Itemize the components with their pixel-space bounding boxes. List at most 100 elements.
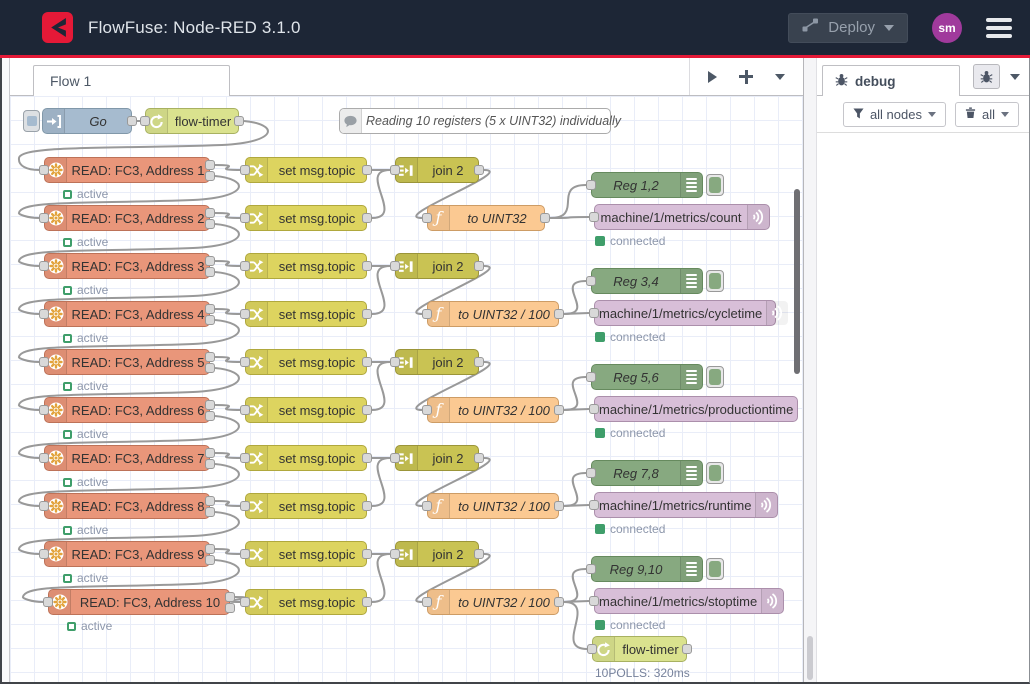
port-out[interactable]: [225, 592, 235, 602]
debug-toggle-button[interactable]: [706, 174, 724, 196]
port-in[interactable]: [422, 405, 432, 415]
port-out[interactable]: [205, 219, 215, 229]
node-fn3[interactable]: ƒto UINT32 / 100: [427, 493, 559, 519]
port-out[interactable]: [362, 405, 372, 415]
node-read4[interactable]: READ: FC3, Address 5active: [44, 349, 210, 375]
node-mqtt2[interactable]: machine/1/metrics/productiontimeconnecte…: [594, 396, 798, 422]
port-out[interactable]: [362, 213, 372, 223]
port-out[interactable]: [362, 453, 372, 463]
port-in[interactable]: [587, 644, 597, 654]
port-out[interactable]: [474, 453, 484, 463]
node-read2[interactable]: READ: FC3, Address 3active: [44, 253, 210, 279]
run-play-icon[interactable]: [708, 71, 717, 83]
node-read7[interactable]: READ: FC3, Address 8active: [44, 493, 210, 519]
port-out[interactable]: [205, 555, 215, 565]
flowfuse-logo[interactable]: [42, 12, 73, 43]
debug-panel-bug-button[interactable]: [973, 64, 1000, 89]
port-out[interactable]: [554, 501, 564, 511]
port-out[interactable]: [362, 261, 372, 271]
port-in[interactable]: [390, 165, 400, 175]
port-out[interactable]: [205, 459, 215, 469]
port-in[interactable]: [390, 261, 400, 271]
port-in[interactable]: [240, 597, 250, 607]
port-out[interactable]: [362, 309, 372, 319]
port-in[interactable]: [240, 405, 250, 415]
node-read9[interactable]: READ: FC3, Address 10active: [48, 589, 230, 615]
node-read3[interactable]: READ: FC3, Address 4active: [44, 301, 210, 327]
port-out[interactable]: [225, 603, 235, 613]
port-in[interactable]: [39, 549, 49, 559]
deploy-button[interactable]: Deploy: [788, 13, 908, 43]
clear-messages-button[interactable]: all: [955, 102, 1019, 127]
node-timer1[interactable]: flow-timer: [145, 108, 239, 134]
port-out[interactable]: [474, 549, 484, 559]
port-out[interactable]: [205, 363, 215, 373]
port-out[interactable]: [205, 171, 215, 181]
node-fn4[interactable]: ƒto UINT32 / 100: [427, 589, 559, 615]
node-set9[interactable]: set msg.topic: [245, 589, 367, 615]
port-out[interactable]: [554, 597, 564, 607]
node-join3[interactable]: join 2: [395, 445, 479, 471]
sidebar-chevron-down-icon[interactable]: [1010, 74, 1020, 80]
flow-canvas[interactable]: Goflow-timerReading 10 registers (5 x UI…: [10, 96, 803, 682]
port-out[interactable]: [205, 160, 215, 170]
port-in[interactable]: [586, 180, 596, 190]
port-out[interactable]: [205, 411, 215, 421]
port-in[interactable]: [422, 213, 432, 223]
port-out[interactable]: [205, 256, 215, 266]
port-in[interactable]: [586, 564, 596, 574]
node-read5[interactable]: READ: FC3, Address 6active: [44, 397, 210, 423]
port-in[interactable]: [422, 597, 432, 607]
resizer-handle[interactable]: [807, 636, 813, 680]
port-out[interactable]: [362, 501, 372, 511]
port-in[interactable]: [240, 357, 250, 367]
node-go[interactable]: Go: [42, 108, 132, 134]
port-in[interactable]: [240, 261, 250, 271]
port-out[interactable]: [205, 507, 215, 517]
node-fn2[interactable]: ƒto UINT32 / 100: [427, 397, 559, 423]
port-out[interactable]: [205, 315, 215, 325]
port-in[interactable]: [589, 212, 599, 222]
port-out[interactable]: [362, 549, 372, 559]
node-set7[interactable]: set msg.topic: [245, 493, 367, 519]
port-out[interactable]: [205, 400, 215, 410]
node-dbg2[interactable]: Reg 5,6: [591, 364, 703, 390]
port-out[interactable]: [554, 405, 564, 415]
node-set2[interactable]: set msg.topic: [245, 253, 367, 279]
port-out[interactable]: [205, 304, 215, 314]
deploy-chevron-down-icon[interactable]: [884, 25, 894, 31]
node-mqtt3[interactable]: machine/1/metrics/runtimeconnected: [594, 492, 778, 518]
port-in[interactable]: [390, 549, 400, 559]
node-dbg3[interactable]: Reg 7,8: [591, 460, 703, 486]
inject-button[interactable]: [23, 110, 40, 132]
node-dbg1[interactable]: Reg 3,4: [591, 268, 703, 294]
port-in[interactable]: [586, 372, 596, 382]
port-out[interactable]: [234, 116, 244, 126]
port-out[interactable]: [554, 309, 564, 319]
port-out[interactable]: [205, 352, 215, 362]
canvas-scrollbar[interactable]: [794, 189, 800, 374]
port-in[interactable]: [240, 453, 250, 463]
port-in[interactable]: [39, 213, 49, 223]
port-out[interactable]: [205, 496, 215, 506]
tab-debug[interactable]: debug: [822, 65, 960, 96]
port-in[interactable]: [589, 308, 599, 318]
sidebar-resizer[interactable]: [804, 58, 817, 682]
port-in[interactable]: [140, 116, 150, 126]
node-join0[interactable]: join 2: [395, 157, 479, 183]
tab-flow1[interactable]: Flow 1: [33, 65, 230, 96]
port-in[interactable]: [422, 501, 432, 511]
node-set4[interactable]: set msg.topic: [245, 349, 367, 375]
port-in[interactable]: [390, 357, 400, 367]
port-out[interactable]: [540, 213, 550, 223]
node-read0[interactable]: READ: FC3, Address 1active: [44, 157, 210, 183]
port-in[interactable]: [39, 357, 49, 367]
port-in[interactable]: [586, 276, 596, 286]
node-join1[interactable]: join 2: [395, 253, 479, 279]
port-in[interactable]: [240, 213, 250, 223]
port-in[interactable]: [589, 404, 599, 414]
node-mqtt0[interactable]: machine/1/metrics/countconnected: [594, 204, 770, 230]
port-out[interactable]: [205, 448, 215, 458]
debug-toggle-button[interactable]: [706, 270, 724, 292]
node-read6[interactable]: READ: FC3, Address 7active: [44, 445, 210, 471]
